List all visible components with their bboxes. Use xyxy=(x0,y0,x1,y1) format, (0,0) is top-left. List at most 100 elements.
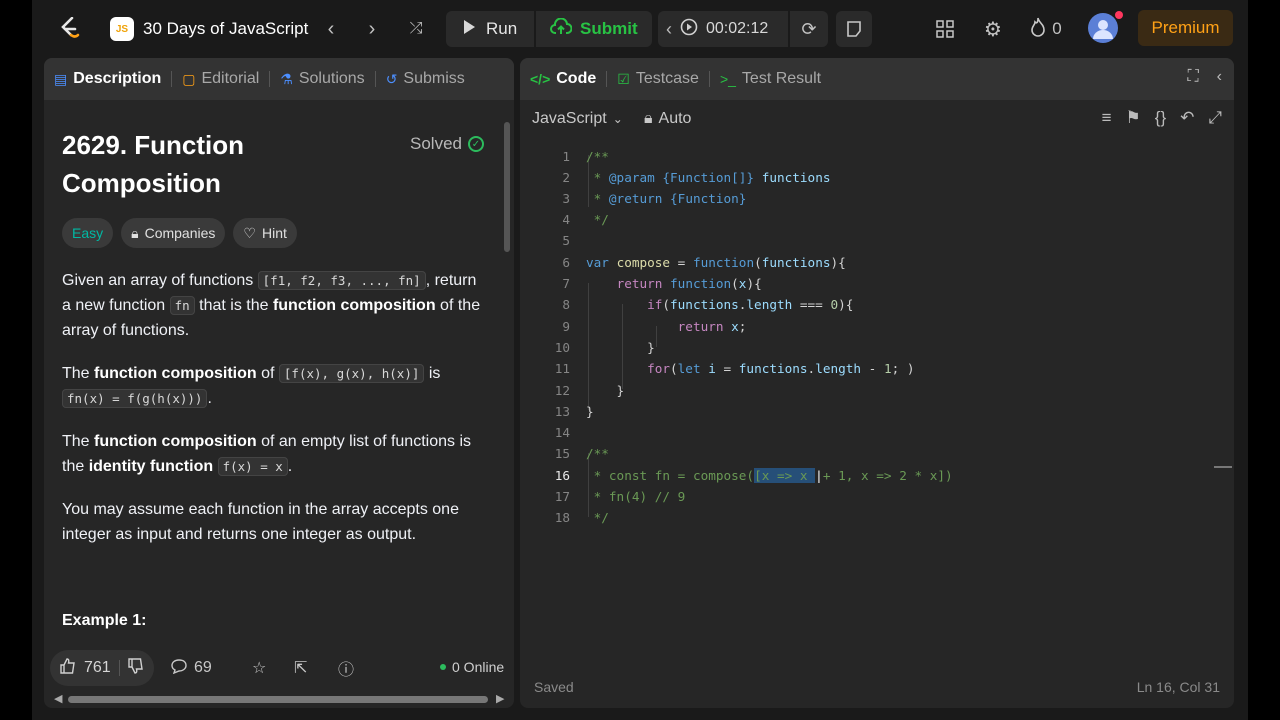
fullscreen-icon[interactable]: ⤢ xyxy=(1208,108,1222,128)
companies-chip[interactable]: 🔒︎ Companies xyxy=(121,218,226,248)
tab-code[interactable]: </> Code xyxy=(520,70,606,88)
bookmark-icon[interactable]: ⚑ xyxy=(1126,108,1141,128)
code-line: 10 } xyxy=(554,340,655,355)
code-line: 6 var compose = function(functions){ xyxy=(562,255,846,270)
submit-button[interactable]: Submit xyxy=(536,11,652,47)
solutions-icon: ⚗ xyxy=(280,70,293,87)
problem-title: 2629. Function Composition xyxy=(62,130,245,198)
refresh-icon[interactable]: ⟳ xyxy=(790,11,828,47)
format-icon[interactable]: ≡ xyxy=(1102,108,1112,128)
scroll-left-icon[interactable]: ◀ xyxy=(54,692,62,705)
clock-icon xyxy=(680,18,698,41)
collapse-icon[interactable]: ‹ xyxy=(1217,68,1222,86)
course-badge-icon: JS xyxy=(110,17,134,41)
editor-scrollbar[interactable] xyxy=(1214,146,1232,656)
terminal-icon: >_ xyxy=(719,71,736,87)
lock-icon: 🔒︎ xyxy=(644,110,653,127)
play-icon xyxy=(462,19,476,40)
code-line: 15/** xyxy=(554,446,609,461)
tab-test-result[interactable]: >_ Test Result xyxy=(710,70,831,88)
flame-icon xyxy=(1030,17,1046,42)
leetcode-logo-icon[interactable] xyxy=(56,15,84,43)
desc-paragraph: Given an array of functions [f1, f2, f3,… xyxy=(62,271,481,339)
run-button[interactable]: Run xyxy=(446,11,534,47)
save-status: Saved xyxy=(534,679,574,695)
tab-editorial[interactable]: ▢ Editorial xyxy=(172,70,269,88)
shuffle-icon[interactable]: ⤮ xyxy=(398,16,434,42)
topic-chips: Easy 🔒︎ Companies ♡ Hint xyxy=(62,218,297,248)
editorial-icon: ▢ xyxy=(182,70,196,87)
tab-submissions[interactable]: ↺ Submiss xyxy=(376,70,475,88)
description-icon: ▤ xyxy=(54,70,68,87)
code-line: 1/** xyxy=(562,149,609,164)
code-line: 12 } xyxy=(554,383,625,398)
streak-counter[interactable]: 0 xyxy=(1026,16,1066,42)
example-heading: Example 1: xyxy=(62,612,147,629)
scroll-right-icon[interactable]: ▶ xyxy=(496,692,504,705)
like-count: 761 xyxy=(84,659,111,676)
thumbs-down-icon[interactable] xyxy=(128,657,144,679)
language-select[interactable]: JavaScript ⌄ xyxy=(532,110,623,128)
scroll-thumb[interactable] xyxy=(68,696,488,703)
code-line: 3 * @return {Function} xyxy=(562,191,747,206)
code-line: 7 return function(x){ xyxy=(562,276,762,291)
vote-divider xyxy=(118,660,120,676)
undo-icon[interactable]: ↶ xyxy=(1180,108,1194,128)
course-title[interactable]: 30 Days of JavaScript xyxy=(143,19,308,39)
code-line-current: 16 * const fn = compose([x => x |+ 1, x … xyxy=(554,468,953,483)
code-line: 17 * fn(4) // 9 xyxy=(554,489,686,504)
thumbs-up-icon[interactable] xyxy=(60,657,76,679)
online-status: 0 Online xyxy=(440,659,504,675)
check-circle-icon: ✓ xyxy=(467,136,484,152)
code-line: 14 xyxy=(554,425,570,440)
chevron-left-icon[interactable]: ‹ xyxy=(666,19,672,40)
expand-icon[interactable]: ⛶ xyxy=(1187,68,1198,86)
comment-count: 69 xyxy=(194,659,212,676)
comments-button[interactable]: 69 xyxy=(170,654,212,682)
testcase-icon: ☑ xyxy=(617,70,630,87)
code-line: 11 for(let i = functions.length - 1; ) xyxy=(554,361,915,376)
comment-icon xyxy=(170,658,188,679)
code-editor[interactable]: 1/** 2 * @param {Function[]} functions 3… xyxy=(520,146,1220,526)
gear-icon[interactable]: ⚙ xyxy=(980,16,1006,42)
chevron-left-icon[interactable]: ‹ xyxy=(320,16,342,42)
tab-description[interactable]: ▤ Description xyxy=(44,70,171,88)
timer[interactable]: ‹ 00:02:12 xyxy=(658,11,788,47)
share-icon[interactable]: ⇱ xyxy=(294,654,307,682)
auto-complete-toggle[interactable]: 🔒︎ Auto xyxy=(644,110,691,128)
braces-icon[interactable]: {} xyxy=(1155,108,1166,128)
note-icon[interactable] xyxy=(836,11,872,47)
online-dot xyxy=(440,664,446,670)
tab-solutions[interactable]: ⚗ Solutions xyxy=(270,70,374,88)
desc-paragraph: The function composition of an empty lis… xyxy=(62,433,471,476)
submissions-icon: ↺ xyxy=(385,70,398,87)
notification-dot xyxy=(1115,11,1123,19)
code-line: 18 */ xyxy=(554,510,609,525)
chevron-down-icon: ⌄ xyxy=(612,112,623,126)
code-panel: </> Code ☑ Testcase >_ Test Result ⛶ ‹ J… xyxy=(520,58,1234,708)
code-line: 13} xyxy=(554,404,594,419)
help-icon[interactable]: ⓘ xyxy=(338,654,354,682)
desc-paragraph: The function composition of [f(x), g(x),… xyxy=(62,364,441,408)
tab-testcase[interactable]: ☑ Testcase xyxy=(607,70,709,88)
vote-group: 761 xyxy=(50,650,154,686)
app-window: JS 30 Days of JavaScript ‹ › ⤮ Run Submi… xyxy=(32,0,1248,720)
top-navbar: JS 30 Days of JavaScript ‹ › ⤮ Run Submi… xyxy=(32,0,1248,58)
streak-count: 0 xyxy=(1052,19,1062,38)
chevron-right-icon[interactable]: › xyxy=(361,16,383,42)
difficulty-badge: Easy xyxy=(62,218,114,248)
premium-button[interactable]: Premium xyxy=(1138,10,1233,46)
code-line: 5 xyxy=(562,233,570,248)
avatar[interactable] xyxy=(1088,13,1118,43)
desc-paragraph: You may assume each function in the arra… xyxy=(62,501,459,543)
timer-value: 00:02:12 xyxy=(706,20,769,37)
layout-icon[interactable] xyxy=(932,16,958,42)
hint-chip[interactable]: ♡ Hint xyxy=(233,218,297,248)
star-icon[interactable]: ☆ xyxy=(252,654,266,682)
left-tabbar: ▤ Description ▢ Editorial ⚗ Solutions ↺ … xyxy=(44,58,514,100)
horizontal-scrollbar[interactable]: ◀ ▶ xyxy=(54,692,506,706)
panel-controls: ⛶ ‹ xyxy=(1187,68,1222,86)
right-tabbar: </> Code ☑ Testcase >_ Test Result xyxy=(520,58,1234,100)
submit-label: Submit xyxy=(580,19,638,38)
scrollbar[interactable] xyxy=(504,122,510,252)
